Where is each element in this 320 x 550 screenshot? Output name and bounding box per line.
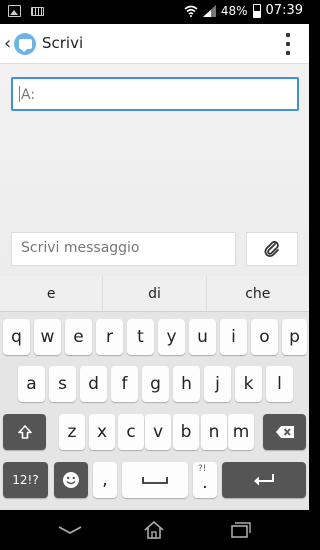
key-j[interactable]: j: [204, 366, 231, 402]
signal-icon: [202, 4, 216, 17]
message-placeholder: Scrivi messaggio: [21, 240, 140, 256]
messaging-app-icon[interactable]: [14, 33, 36, 55]
key-p[interactable]: p: [282, 319, 307, 355]
suggestion-bar: e di che: [0, 276, 309, 312]
page-title: Scrivi: [42, 34, 84, 52]
keyboard: e di che q w e r t y u i o p a s d f g h…: [0, 276, 309, 510]
key-i[interactable]: i: [220, 319, 247, 355]
battery-percent: 48%: [220, 3, 248, 18]
key-l[interactable]: l: [266, 366, 293, 402]
suggestion-item[interactable]: che: [207, 276, 309, 311]
enter-arrow-icon: [254, 474, 274, 486]
action-bar: ‹ Scrivi: [0, 24, 309, 64]
nav-back-icon[interactable]: [55, 518, 85, 542]
key-y[interactable]: y: [158, 319, 185, 355]
key-f[interactable]: f: [111, 366, 138, 402]
overflow-menu-icon[interactable]: [285, 33, 291, 55]
status-bar: 48% 07:39: [0, 0, 309, 24]
period-hint: ?!: [198, 464, 207, 474]
symbols-key[interactable]: 12!?: [3, 462, 48, 498]
suggestion-item[interactable]: e: [0, 276, 104, 311]
key-m[interactable]: m: [228, 414, 254, 450]
paperclip-icon: [264, 241, 279, 258]
keyboard-notification-icon: [31, 7, 44, 16]
message-input[interactable]: Scrivi messaggio: [11, 232, 236, 266]
backspace-key[interactable]: [263, 414, 306, 450]
key-a[interactable]: a: [18, 366, 45, 402]
key-g[interactable]: g: [142, 366, 169, 402]
key-q[interactable]: q: [3, 319, 30, 355]
shift-arrow-icon: [17, 425, 32, 439]
key-u[interactable]: u: [189, 319, 216, 355]
key-v[interactable]: v: [145, 414, 171, 450]
key-s[interactable]: s: [49, 366, 76, 402]
key-t[interactable]: t: [127, 319, 154, 355]
key-x[interactable]: x: [89, 414, 115, 450]
key-o[interactable]: o: [251, 319, 278, 355]
shift-key[interactable]: [3, 414, 46, 450]
key-c[interactable]: c: [118, 414, 144, 450]
nav-recents-icon[interactable]: [226, 518, 256, 542]
key-b[interactable]: b: [173, 414, 199, 450]
compose-area: A: Scrivi messaggio: [0, 64, 309, 276]
comma-key[interactable]: ,: [93, 462, 117, 498]
key-h[interactable]: h: [173, 366, 200, 402]
nav-bar: [0, 510, 309, 550]
image-notification-icon: [8, 5, 21, 17]
attach-button[interactable]: [246, 232, 298, 266]
smiley-icon: [63, 472, 79, 488]
enter-key[interactable]: [222, 462, 306, 498]
emoji-key[interactable]: [54, 462, 88, 498]
spacebar-icon: [142, 477, 168, 484]
nav-home-icon[interactable]: [139, 518, 169, 542]
key-d[interactable]: d: [80, 366, 107, 402]
battery-icon: [252, 3, 261, 18]
recipient-input[interactable]: A:: [11, 77, 299, 111]
key-n[interactable]: n: [201, 414, 227, 450]
suggestion-item[interactable]: di: [103, 276, 207, 311]
backspace-icon: [275, 426, 294, 438]
recipient-placeholder: A:: [21, 87, 36, 103]
key-w[interactable]: w: [34, 319, 61, 355]
status-time: 07:39: [265, 3, 303, 18]
space-key[interactable]: [122, 462, 188, 498]
wifi-icon: [184, 5, 198, 17]
chevron-left-icon[interactable]: ‹: [4, 33, 11, 54]
key-k[interactable]: k: [235, 366, 262, 402]
key-r[interactable]: r: [96, 319, 123, 355]
key-e[interactable]: e: [65, 319, 92, 355]
period-label: .: [202, 473, 208, 493]
period-key[interactable]: ?! .: [193, 462, 217, 498]
text-cursor: [19, 86, 20, 102]
key-z[interactable]: z: [59, 414, 85, 450]
